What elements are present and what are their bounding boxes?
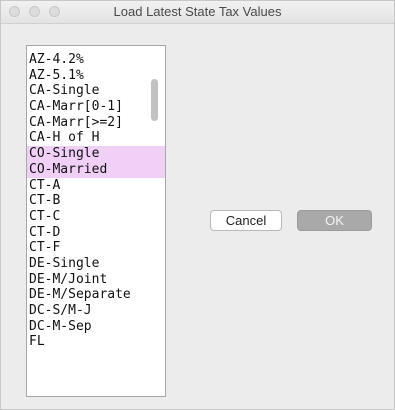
- list-item[interactable]: DE-M/Joint: [27, 272, 165, 288]
- list-item[interactable]: DC-S/M-J: [27, 303, 165, 319]
- list-item[interactable]: DE-Single: [27, 256, 165, 272]
- list-item[interactable]: DE-M/Separate: [27, 287, 165, 303]
- list-item[interactable]: DC-M-Sep: [27, 319, 165, 335]
- list-item[interactable]: CO-Single: [27, 146, 165, 162]
- list-item[interactable]: CA-H of H: [27, 130, 165, 146]
- title-bar[interactable]: Load Latest State Tax Values: [1, 1, 394, 24]
- list-item[interactable]: CA-Single: [27, 83, 165, 99]
- dialog-window: Load Latest State Tax Values AZ-4.2% AZ-5…: [0, 0, 395, 410]
- list-item[interactable]: AZ-4.2%: [27, 52, 165, 68]
- list-item[interactable]: CA-Marr[0-1]: [27, 99, 165, 115]
- list-item[interactable]: CT-B: [27, 193, 165, 209]
- list-item[interactable]: AZ-5.1%: [27, 68, 165, 84]
- list-item[interactable]: CT-D: [27, 225, 165, 241]
- list-item[interactable]: CA-Marr[>=2]: [27, 115, 165, 131]
- ok-button[interactable]: OK: [297, 210, 372, 231]
- list-scrollbar-thumb[interactable]: [151, 79, 158, 121]
- cancel-button[interactable]: Cancel: [210, 210, 282, 231]
- list-item[interactable]: CT-A: [27, 178, 165, 194]
- list-item[interactable]: CT-C: [27, 209, 165, 225]
- window-title: Load Latest State Tax Values: [113, 4, 282, 19]
- state-tax-list[interactable]: AZ-4.2% AZ-5.1% CA-Single CA-Marr[0-1] CA-Ma…: [26, 45, 166, 397]
- state-tax-list-items: AZ-4.2% AZ-5.1% CA-Single CA-Marr[0-1] CA-Ma…: [27, 52, 165, 350]
- list-item[interactable]: CT-F: [27, 240, 165, 256]
- list-item[interactable]: FL: [27, 334, 165, 350]
- list-item[interactable]: CO-Married: [27, 161, 165, 178]
